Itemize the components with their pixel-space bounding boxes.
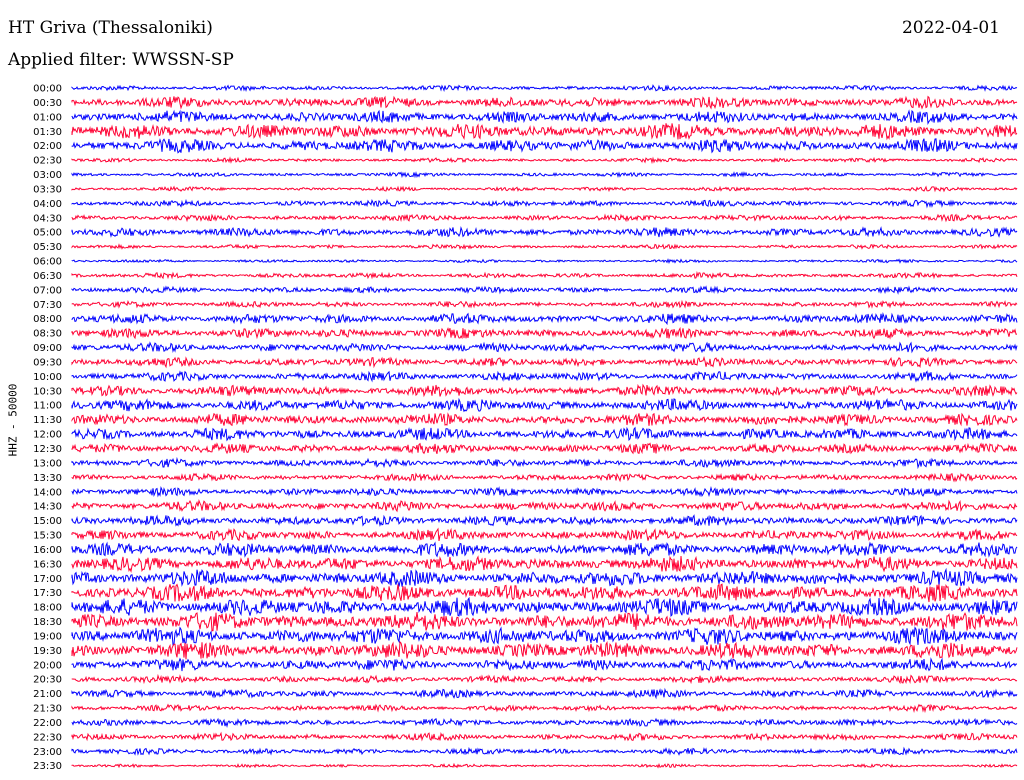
- time-tick-label: 03:00: [33, 170, 62, 181]
- trace-line: [71, 356, 1018, 369]
- time-tick-label: 00:30: [33, 98, 62, 109]
- time-tick-label: 16:30: [33, 559, 62, 570]
- trace-line: [71, 213, 1018, 223]
- time-tick-label: 10:30: [33, 386, 62, 397]
- trace-line: [71, 156, 1018, 165]
- time-tick-label: 08:00: [33, 314, 62, 325]
- time-tick-label: 14:00: [33, 487, 62, 498]
- trace-line: [71, 226, 1018, 238]
- time-tick-label: 20:30: [33, 675, 62, 686]
- time-tick-label: 05:30: [33, 242, 62, 253]
- time-tick-label: 18:00: [33, 603, 62, 614]
- time-tick-label: 19:00: [33, 631, 62, 642]
- time-tick-label: 01:00: [33, 112, 62, 123]
- time-tick-label: 08:30: [33, 329, 62, 340]
- trace-line: [71, 299, 1018, 309]
- trace-line: [71, 456, 1018, 470]
- trace-line: [71, 673, 1018, 685]
- trace-line: [71, 185, 1018, 193]
- trace-line: [71, 746, 1018, 756]
- trace-line: [71, 541, 1018, 558]
- time-tick-label: 04:30: [33, 213, 62, 224]
- time-tick-label: 20:00: [33, 660, 62, 671]
- trace-line: [71, 326, 1018, 340]
- time-tick-label: 02:00: [33, 141, 62, 152]
- trace-line: [71, 397, 1018, 413]
- time-tick-label: 17:30: [33, 588, 62, 599]
- time-tick-label: 18:30: [33, 617, 62, 628]
- trace-line: [71, 731, 1018, 742]
- trace-line: [71, 612, 1018, 632]
- time-tick-label: 07:30: [33, 300, 62, 311]
- trace-line: [71, 95, 1018, 110]
- time-tick-label: 00:00: [33, 84, 62, 95]
- time-tick-label: 10:00: [33, 372, 62, 383]
- time-tick-label: 07:00: [33, 285, 62, 296]
- trace-line: [71, 270, 1018, 280]
- trace-line: [71, 626, 1018, 646]
- time-tick-label: 12:00: [33, 430, 62, 441]
- trace-line: [71, 109, 1018, 126]
- time-tick-label: 13:30: [33, 473, 62, 484]
- time-tick-label: 06:00: [33, 257, 62, 268]
- time-tick-label: 05:00: [33, 228, 62, 239]
- trace-line: [71, 412, 1018, 427]
- trace-line: [71, 243, 1018, 250]
- time-tick-label: 09:00: [33, 343, 62, 354]
- trace-line: [71, 258, 1018, 264]
- trace-line: [71, 514, 1018, 527]
- trace-line: [71, 123, 1018, 141]
- trace-line: [71, 312, 1018, 326]
- time-tick-label: 03:30: [33, 184, 62, 195]
- trace-line: [71, 555, 1018, 573]
- trace-line: [71, 383, 1018, 398]
- trace-line: [71, 442, 1018, 455]
- time-tick-label: 23:00: [33, 747, 62, 758]
- time-tick-label: 15:30: [33, 531, 62, 542]
- trace-line: [71, 426, 1018, 442]
- trace-line: [71, 138, 1018, 154]
- trace-line: [71, 198, 1018, 209]
- trace-line: [71, 84, 1018, 93]
- time-tick-labels: 00:00 00:30 01:00 01:30 02:00 02:30 03:00 03:30…: [33, 84, 62, 773]
- trace-line: [71, 687, 1018, 700]
- trace-line: [71, 567, 1018, 587]
- trace-line: [71, 341, 1018, 354]
- time-tick-label: 19:30: [33, 646, 62, 657]
- trace-line: [71, 498, 1018, 513]
- trace-line: [71, 171, 1018, 179]
- trace-line: [71, 640, 1018, 660]
- time-tick-label: 11:00: [33, 401, 62, 412]
- time-tick-label: 04:00: [33, 199, 62, 210]
- time-tick-label: 06:30: [33, 271, 62, 282]
- time-tick-label: 17:00: [33, 574, 62, 585]
- seismogram-plot: 00:00 00:30 01:00 01:30 02:00 02:30 03:00 03:30…: [33, 84, 1018, 773]
- trace-line: [71, 370, 1018, 383]
- time-tick-label: 22:00: [33, 718, 62, 729]
- time-tick-label: 21:30: [33, 704, 62, 715]
- trace-line: [71, 762, 1018, 769]
- time-tick-label: 13:00: [33, 458, 62, 469]
- trace-group: [71, 84, 1018, 769]
- trace-line: [71, 703, 1018, 714]
- time-tick-label: 16:00: [33, 545, 62, 556]
- trace-line: [71, 717, 1018, 729]
- time-tick-label: 22:30: [33, 732, 62, 743]
- time-tick-label: 14:30: [33, 502, 62, 513]
- trace-line: [71, 472, 1018, 483]
- trace-line: [71, 527, 1018, 542]
- trace-line: [71, 485, 1018, 498]
- time-tick-label: 09:30: [33, 357, 62, 368]
- trace-line: [71, 583, 1018, 603]
- time-tick-label: 15:00: [33, 516, 62, 527]
- time-tick-label: 23:30: [33, 761, 62, 772]
- trace-line: [71, 285, 1018, 295]
- time-tick-label: 11:30: [33, 415, 62, 426]
- time-tick-label: 02:30: [33, 156, 62, 167]
- time-tick-label: 01:30: [33, 127, 62, 138]
- time-tick-label: 12:30: [33, 444, 62, 455]
- time-tick-label: 21:00: [33, 689, 62, 700]
- trace-line: [71, 596, 1018, 618]
- trace-line: [71, 657, 1018, 672]
